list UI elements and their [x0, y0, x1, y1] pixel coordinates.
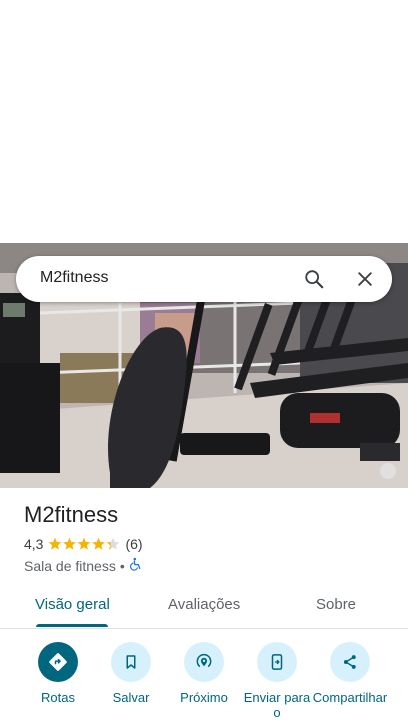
share-label: Compartilhar	[312, 690, 388, 705]
tab-about[interactable]: Sobre	[316, 596, 356, 613]
search-bar[interactable]: M2fitness	[16, 256, 392, 302]
action-bar: Rotas Salvar Próximo Enviar para o Compa…	[0, 640, 408, 726]
tab-overview[interactable]: Visão geral	[35, 596, 110, 613]
send-to-phone-label: Enviar para o	[243, 690, 311, 720]
rating-row[interactable]: 4,3 (6)	[24, 536, 143, 552]
nearby-icon	[184, 642, 224, 682]
send-to-phone-icon	[257, 642, 297, 682]
place-category: Sala de fitness	[24, 557, 116, 574]
search-input[interactable]: M2fitness	[40, 269, 108, 287]
directions-label: Rotas	[41, 690, 75, 705]
tab-reviews[interactable]: Avaliações	[168, 596, 240, 613]
close-icon[interactable]	[350, 264, 380, 294]
place-tabs: Visão geral Avaliações Sobre	[0, 586, 408, 629]
share-button[interactable]: Compartilhar	[312, 640, 388, 705]
active-tab-indicator	[36, 624, 108, 627]
rating-value: 4,3	[24, 536, 44, 552]
wheelchair-accessible-icon	[129, 557, 143, 574]
share-icon	[330, 642, 370, 682]
place-title: M2fitness	[24, 502, 119, 527]
search-icon[interactable]	[299, 264, 329, 294]
category-row: Sala de fitness •	[24, 557, 143, 574]
bookmark-icon	[111, 642, 151, 682]
send-to-phone-button[interactable]: Enviar para o	[239, 640, 315, 720]
save-label: Salvar	[112, 690, 150, 705]
rating-stars	[48, 537, 120, 551]
separator-dot: •	[119, 557, 125, 574]
directions-button[interactable]: Rotas	[20, 640, 96, 705]
nearby-button[interactable]: Próximo	[166, 640, 242, 705]
nearby-label: Próximo	[180, 690, 228, 705]
review-count: (6)	[125, 536, 143, 552]
directions-icon	[38, 642, 78, 682]
save-button[interactable]: Salvar	[93, 640, 169, 705]
